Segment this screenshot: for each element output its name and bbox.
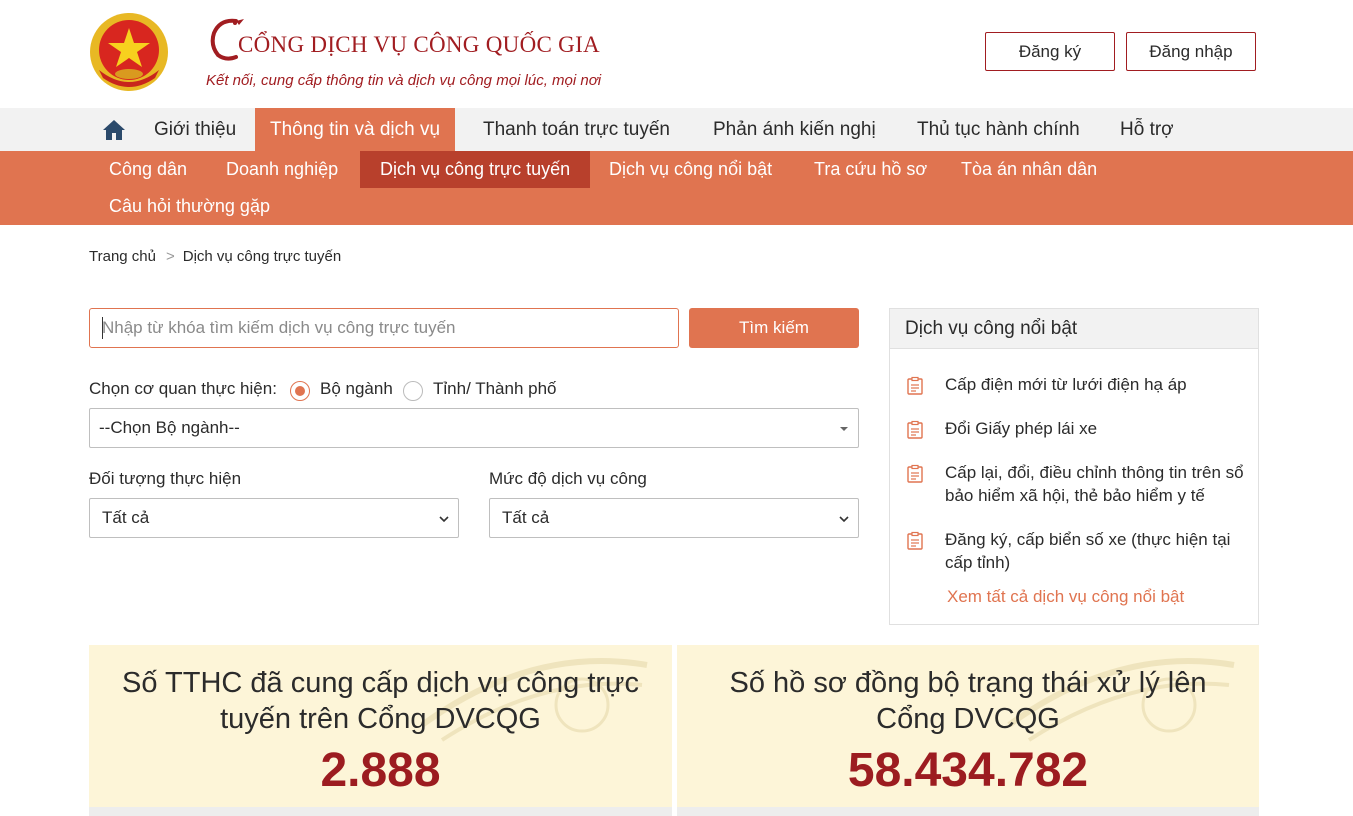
stat-title: Số hồ sơ đồng bộ trạng thái xử lý lên Cổ… xyxy=(729,667,1207,735)
featured-services-title: Dịch vụ công nổi bật xyxy=(890,309,1258,349)
document-icon xyxy=(907,531,923,550)
site-header: CỔNG DỊCH VỤ CÔNG QUỐC GIA Kết nối, cung… xyxy=(0,0,1353,108)
breadcrumb: Trang chủ > Dịch vụ công trực tuyến xyxy=(89,248,341,265)
ministry-select[interactable]: --Chọn Bộ ngành-- xyxy=(89,408,859,448)
text-caret xyxy=(102,317,103,339)
chevron-down-icon xyxy=(439,516,449,523)
featured-item-label[interactable]: Cấp điện mới từ lưới điện hạ áp xyxy=(945,373,1250,396)
subject-select-value: Tất cả xyxy=(102,508,150,527)
agency-label: Chọn cơ quan thực hiện: xyxy=(89,379,277,398)
site-title[interactable]: CỔNG DỊCH VỤ CÔNG QUỐC GIA xyxy=(238,32,600,58)
service-level-select[interactable]: Tất cả xyxy=(489,498,859,538)
subnav-item-cau-hoi-thuong-gap[interactable]: Câu hỏi thường gặp xyxy=(109,188,270,225)
chevron-down-icon xyxy=(839,516,849,523)
subnav-item-dich-vu-cong-noi-bat[interactable]: Dịch vụ công nổi bật xyxy=(609,151,772,188)
featured-services-panel: Dịch vụ công nổi bật Cấp điện mới từ lướ… xyxy=(889,308,1259,625)
ministry-select-value: --Chọn Bộ ngành-- xyxy=(99,418,240,437)
radio-tinh-thanh-pho[interactable] xyxy=(403,381,423,401)
nav-item-thanh-toan-truc-tuyen[interactable]: Thanh toán trực tuyến xyxy=(483,108,670,151)
stat-value: 58.434.782 xyxy=(847,744,1089,797)
search-input[interactable] xyxy=(89,308,679,348)
login-button[interactable]: Đăng nhập xyxy=(1126,32,1256,71)
nav-item-thu-tuc-hanh-chinh[interactable]: Thủ tục hành chính xyxy=(917,108,1080,151)
radio-tinh-thanh-pho-label[interactable]: Tỉnh/ Thành phố xyxy=(433,379,557,399)
subnav-item-toa-an-nhan-dan[interactable]: Tòa án nhân dân xyxy=(961,151,1097,188)
stat-title: Số TTHC đã cung cấp dịch vụ công trực tu… xyxy=(122,667,639,735)
subnav-item-doanh-nghiep[interactable]: Doanh nghiệp xyxy=(226,151,338,188)
home-icon[interactable] xyxy=(102,119,126,141)
view-all-featured-link[interactable]: Xem tất cả dịch vụ công nổi bật xyxy=(947,587,1184,607)
sub-nav: Công dân Doanh nghiệp Dịch vụ công trực … xyxy=(0,151,1353,225)
breadcrumb-separator: > xyxy=(165,248,175,265)
nav-item-ho-tro[interactable]: Hỗ trợ xyxy=(1120,108,1174,151)
subnav-item-dich-vu-cong-truc-tuyen[interactable]: Dịch vụ công trực tuyến xyxy=(360,151,591,188)
subnav-item-tra-cuu-ho-so[interactable]: Tra cứu hồ sơ xyxy=(814,151,927,188)
stat-footer xyxy=(677,807,1259,816)
radio-bo-nganh-label[interactable]: Bộ ngành xyxy=(320,379,393,399)
nav-item-thong-tin-va-dich-vu[interactable]: Thông tin và dịch vụ xyxy=(255,108,456,151)
stat-card-tthc: Số TTHC đã cung cấp dịch vụ công trực tu… xyxy=(89,645,672,816)
stat-card-ho-so: Số hồ sơ đồng bộ trạng thái xử lý lên Cổ… xyxy=(677,645,1259,816)
service-level-label: Mức độ dịch vụ công xyxy=(489,469,647,488)
main-nav: Giới thiệu Thông tin và dịch vụ Thanh to… xyxy=(0,108,1353,151)
breadcrumb-home-link[interactable]: Trang chủ xyxy=(89,248,156,265)
caret-down-icon xyxy=(840,427,848,431)
radio-bo-nganh[interactable] xyxy=(290,381,310,401)
site-tagline: Kết nối, cung cấp thông tin và dịch vụ c… xyxy=(206,72,602,89)
subject-label: Đối tượng thực hiện xyxy=(89,469,242,488)
nav-item-phan-anh-kien-nghi[interactable]: Phản ánh kiến nghị xyxy=(713,108,876,151)
nav-item-gioi-thieu[interactable]: Giới thiệu xyxy=(154,108,236,151)
search-button[interactable]: Tìm kiếm xyxy=(689,308,859,348)
document-icon xyxy=(907,376,923,395)
breadcrumb-current: Dịch vụ công trực tuyến xyxy=(182,248,342,265)
stat-footer xyxy=(89,807,672,816)
service-level-select-value: Tất cả xyxy=(502,508,550,527)
featured-item-label[interactable]: Đổi Giấy phép lái xe xyxy=(945,417,1250,440)
document-icon xyxy=(907,464,923,483)
stat-value: 2.888 xyxy=(320,744,441,797)
document-icon xyxy=(907,420,923,439)
national-emblem-icon[interactable] xyxy=(89,12,169,92)
featured-item-label[interactable]: Cấp lại, đổi, điều chỉnh thông tin trên … xyxy=(945,461,1250,507)
subject-select[interactable]: Tất cả xyxy=(89,498,459,538)
subnav-item-cong-dan[interactable]: Công dân xyxy=(109,151,187,188)
register-button[interactable]: Đăng ký xyxy=(985,32,1115,71)
featured-item-label[interactable]: Đăng ký, cấp biển số xe (thực hiện tại c… xyxy=(945,528,1250,574)
